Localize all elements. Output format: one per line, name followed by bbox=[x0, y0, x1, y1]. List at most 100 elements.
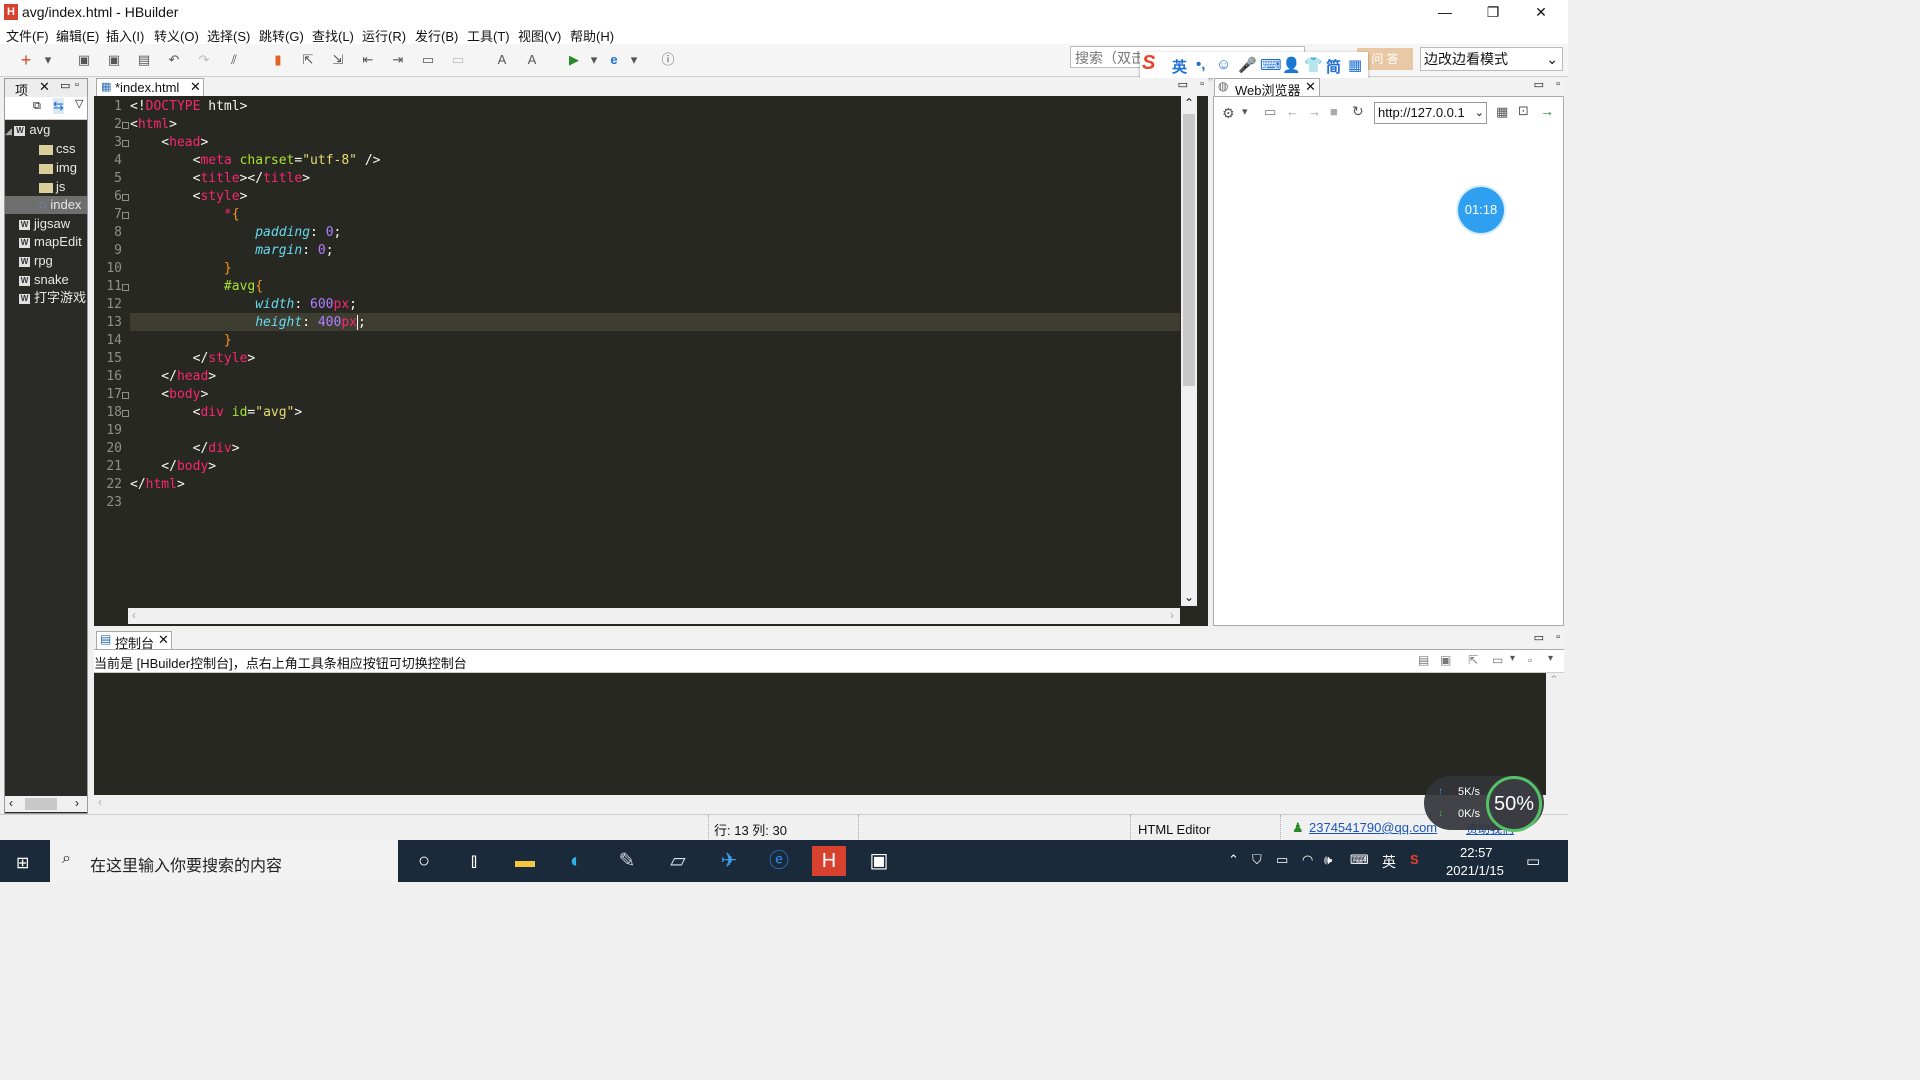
console-vscrollbar[interactable]: ⌃ bbox=[1546, 673, 1562, 795]
info-icon[interactable]: ⓘ bbox=[660, 52, 676, 68]
menu-find[interactable]: 查找(L) bbox=[312, 26, 354, 45]
run-icon[interactable]: ▶ bbox=[566, 52, 582, 68]
wifi-icon[interactable]: ◠ bbox=[1302, 852, 1313, 868]
battery-icon[interactable]: ▭ bbox=[1276, 852, 1288, 868]
qrcode-icon[interactable]: ▦ bbox=[1496, 104, 1508, 120]
save-icon[interactable]: ▣ bbox=[76, 52, 92, 68]
browser-preview-icon[interactable]: e bbox=[606, 52, 622, 68]
mode-select[interactable]: 边改边看模式 ⌄ bbox=[1420, 47, 1563, 71]
menu-tools[interactable]: 工具(T) bbox=[467, 26, 510, 45]
refresh-icon[interactable]: ↻ bbox=[1352, 103, 1364, 120]
code-editor[interactable]: 1 2 3 4 5 6 7 8 9 10 11 12 13 14 15 16 1… bbox=[94, 96, 1208, 626]
new-dropdown-icon[interactable]: ▾ bbox=[40, 52, 56, 68]
link-editor-icon[interactable]: ⇆ bbox=[53, 98, 64, 114]
tree-item-img[interactable]: img bbox=[5, 159, 87, 177]
edge-icon[interactable]: ◐ bbox=[559, 846, 593, 876]
format-icon[interactable]: ⫽ bbox=[226, 52, 242, 68]
minimize-panel-icon[interactable]: ▭ bbox=[60, 79, 70, 92]
feishu-icon[interactable]: ✈ bbox=[712, 846, 746, 876]
floating-timer[interactable]: 01:18 bbox=[1458, 187, 1504, 233]
simplified-label[interactable]: 简 bbox=[1326, 56, 1341, 77]
minimize-button[interactable]: — bbox=[1422, 0, 1468, 24]
prev-bookmark-icon[interactable]: ⇱ bbox=[300, 52, 316, 68]
punctuation-icon[interactable]: •, bbox=[1196, 56, 1205, 73]
lock-icon[interactable]: ⊡ bbox=[1518, 103, 1529, 119]
restore-button[interactable]: ❐ bbox=[1470, 0, 1516, 24]
keyboard-icon[interactable]: ⌨ bbox=[1350, 852, 1369, 868]
maximize-panel-icon[interactable]: ▫ bbox=[1556, 631, 1560, 643]
maximize-panel-icon[interactable]: ▫ bbox=[1200, 78, 1204, 90]
fold-marker[interactable] bbox=[122, 140, 129, 147]
scroll-lock-icon[interactable]: ▣ bbox=[1440, 653, 1451, 667]
user-icon[interactable]: 👤 bbox=[1282, 56, 1301, 74]
scroll-up-icon[interactable]: ⌃ bbox=[1184, 96, 1194, 110]
app-window-icon[interactable]: ▣ bbox=[862, 846, 896, 876]
microphone-icon[interactable]: 🎤 bbox=[1238, 56, 1257, 74]
display-console-icon[interactable]: ▭ bbox=[1492, 653, 1503, 667]
editor-hscrollbar[interactable]: ‹ › bbox=[128, 608, 1180, 624]
goto-end-icon[interactable]: ⇥ bbox=[390, 52, 406, 68]
tree-item-index[interactable]: ◌ index bbox=[5, 196, 87, 214]
menu-edit[interactable]: 编辑(E) bbox=[56, 26, 99, 45]
keyboard-icon[interactable]: ⌨ bbox=[1260, 56, 1282, 74]
file-explorer-icon[interactable]: ▬ bbox=[508, 846, 542, 876]
tree-item-jigsaw[interactable]: Wjigsaw bbox=[5, 215, 87, 233]
goto-start-icon[interactable]: ⇤ bbox=[360, 52, 376, 68]
run-dropdown-icon[interactable]: ▾ bbox=[586, 52, 602, 68]
scroll-left-icon[interactable]: ‹ bbox=[132, 608, 136, 622]
pin-console-icon[interactable]: ⇱ bbox=[1468, 653, 1478, 667]
memory-gauge[interactable]: 50% bbox=[1486, 776, 1542, 832]
security-icon[interactable]: ⛉ bbox=[1252, 852, 1262, 868]
menu-goto[interactable]: 跳转(G) bbox=[259, 26, 304, 45]
fold-marker[interactable] bbox=[122, 122, 129, 129]
tray-expand-icon[interactable]: ⌃ bbox=[1228, 852, 1239, 868]
close-icon[interactable]: ✕ bbox=[158, 632, 169, 648]
menu-help[interactable]: 帮助(H) bbox=[570, 26, 614, 45]
menu-file[interactable]: 文件(F) bbox=[6, 26, 49, 45]
tree-item-js[interactable]: js bbox=[5, 178, 87, 196]
taskbar-search[interactable]: ⌕ 在这里输入你要搜索的内容 bbox=[50, 840, 398, 882]
scroll-thumb[interactable] bbox=[1183, 114, 1195, 386]
clock-time[interactable]: 22:57 bbox=[1460, 845, 1493, 860]
clear-console-icon[interactable]: ▤ bbox=[1418, 653, 1429, 667]
menu-select[interactable]: 选择(S) bbox=[207, 26, 250, 45]
save-as-icon[interactable]: ▤ bbox=[136, 52, 152, 68]
tab-console[interactable]: ▤ 控制台 ✕ bbox=[96, 631, 172, 651]
collapse-all-icon[interactable]: ⧉ bbox=[33, 100, 41, 113]
tree-item-css[interactable]: css bbox=[5, 140, 87, 158]
start-button[interactable]: ⊞ bbox=[0, 840, 48, 882]
task-view-icon[interactable]: ⫾ bbox=[457, 846, 491, 876]
scroll-left-icon[interactable]: ‹ bbox=[9, 796, 13, 810]
save-all-icon[interactable]: ▣ bbox=[106, 52, 122, 68]
settings-icon[interactable]: ⚙ bbox=[1222, 105, 1235, 122]
font-decrease-icon[interactable]: A bbox=[524, 52, 540, 68]
minimize-panel-icon[interactable]: ▭ bbox=[1178, 78, 1188, 91]
editor-vscrollbar[interactable]: ⌃ ⌄ bbox=[1181, 96, 1197, 606]
maximize-panel-icon[interactable]: ▫ bbox=[75, 79, 79, 91]
redo-icon[interactable]: ↷ bbox=[196, 52, 212, 68]
close-icon[interactable]: ✕ bbox=[39, 79, 50, 95]
stop-icon[interactable]: ■ bbox=[1330, 104, 1338, 119]
notification-icon[interactable]: ▭ bbox=[1526, 852, 1540, 870]
ie-icon[interactable]: ⓔ bbox=[762, 846, 796, 876]
paint-icon[interactable]: ✎ bbox=[610, 846, 644, 876]
scroll-thumb[interactable] bbox=[25, 798, 57, 810]
ime-language[interactable]: 英 bbox=[1382, 852, 1396, 872]
tree-item-mapedit[interactable]: WmapEdit bbox=[5, 233, 87, 251]
display-dropdown-icon[interactable]: ▾ bbox=[1510, 653, 1515, 664]
sogou-tray-icon[interactable]: S bbox=[1410, 852, 1419, 867]
chevron-down-icon[interactable]: ⌄ bbox=[1475, 103, 1484, 123]
undo-icon[interactable]: ↶ bbox=[166, 52, 182, 68]
ime-lang-label[interactable]: 英 bbox=[1172, 56, 1187, 77]
clock-date[interactable]: 2021/1/15 bbox=[1446, 863, 1504, 878]
forward-icon[interactable]: → bbox=[1308, 104, 1321, 119]
fold-marker[interactable] bbox=[122, 284, 129, 291]
scroll-left-icon[interactable]: ‹ bbox=[98, 795, 102, 809]
tree-item-avg[interactable]: ◢ Wavg bbox=[5, 121, 87, 139]
close-button[interactable]: ✕ bbox=[1518, 0, 1564, 24]
console-hscrollbar[interactable]: ‹ bbox=[94, 795, 1546, 811]
scroll-right-icon[interactable]: › bbox=[1170, 608, 1174, 622]
notepad-icon[interactable]: ▱ bbox=[661, 846, 695, 876]
new-icon[interactable]: + bbox=[18, 51, 34, 69]
comment-icon[interactable]: ▭ bbox=[420, 52, 436, 68]
